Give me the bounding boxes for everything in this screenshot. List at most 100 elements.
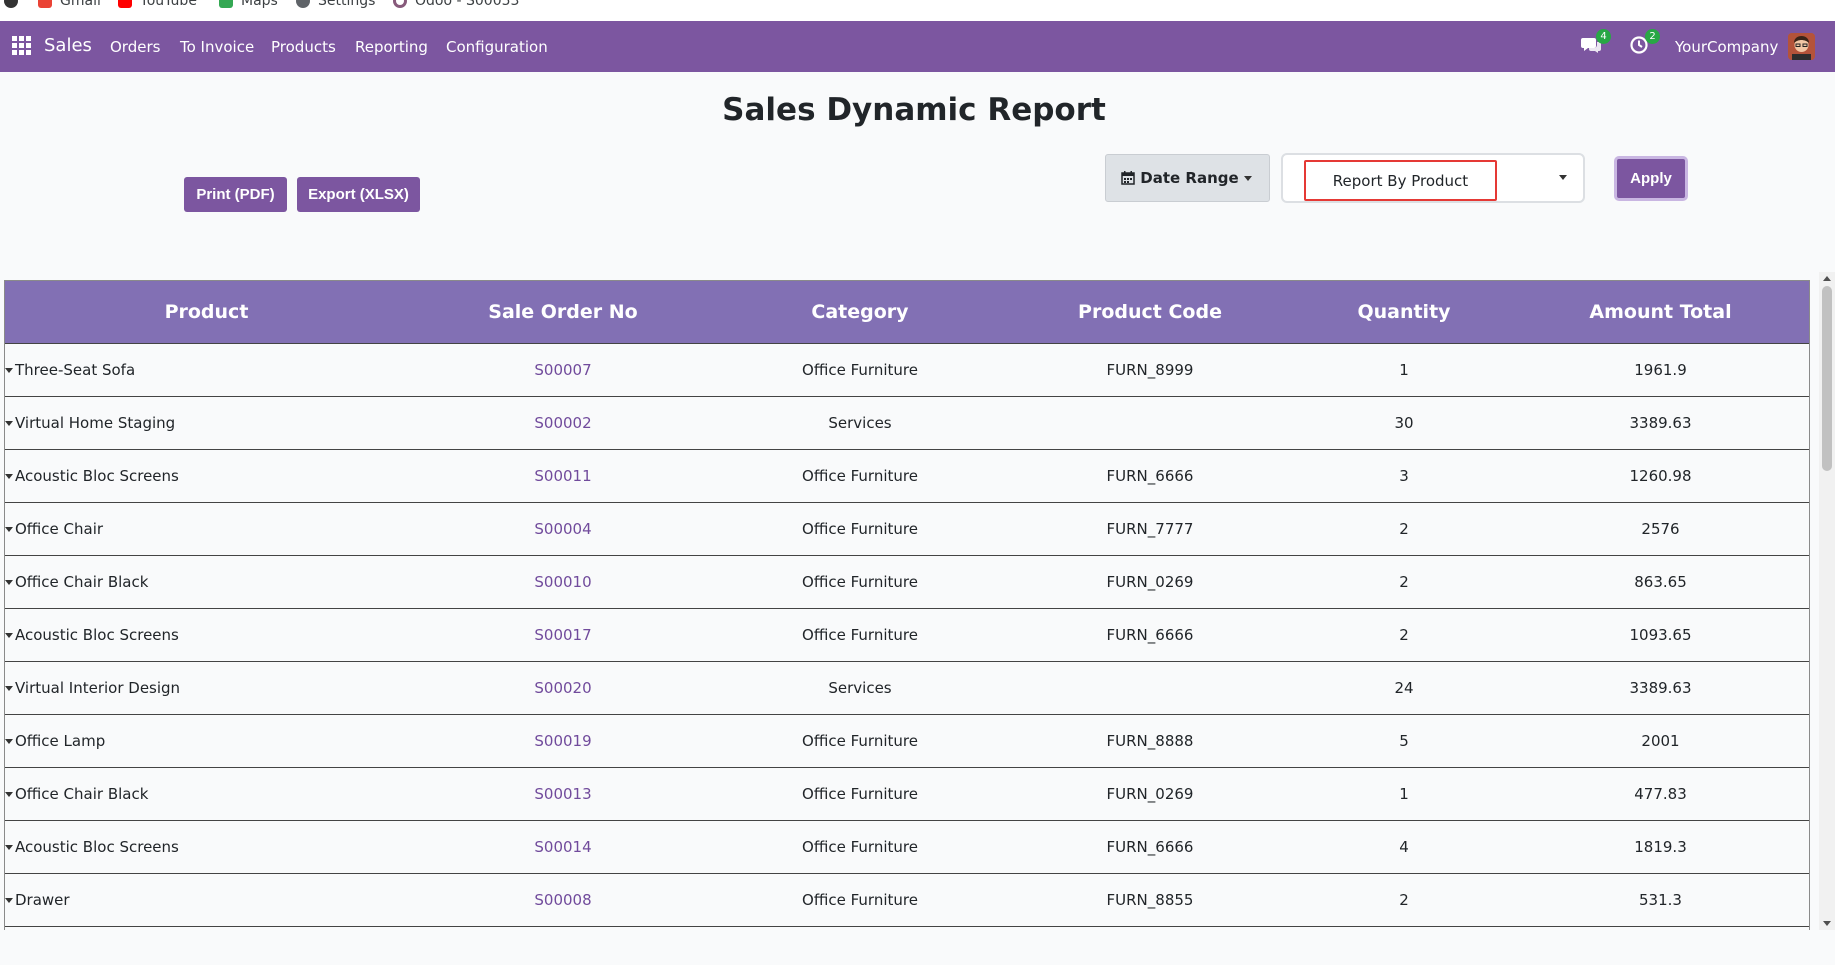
- quantity-cell: 1: [1298, 343, 1510, 397]
- menu-configuration[interactable]: Configuration: [446, 38, 548, 56]
- calendar-icon: [1121, 171, 1136, 185]
- expand-caret-icon[interactable]: [5, 526, 13, 532]
- apply-button[interactable]: Apply: [1614, 156, 1688, 201]
- product-name: Office Lamp: [15, 731, 106, 750]
- date-range-dropdown[interactable]: Date Range: [1105, 154, 1270, 202]
- quantity-cell: 2: [1298, 502, 1510, 556]
- expand-caret-icon[interactable]: [5, 579, 13, 585]
- sale-order-link[interactable]: S00008: [534, 891, 591, 909]
- gmail-icon: [38, 0, 52, 8]
- expand-caret-icon[interactable]: [5, 632, 13, 638]
- expand-caret-icon[interactable]: [5, 844, 13, 850]
- quantity-cell: 30: [1298, 396, 1510, 450]
- table-row[interactable]: Office Chair Black S00013 Office Furniture…: [5, 767, 1809, 821]
- menu-orders[interactable]: Orders: [110, 38, 160, 56]
- table-row[interactable]: Drawer S00008 Office Furniture FURN_8855 2 53…: [5, 873, 1809, 927]
- user-avatar[interactable]: [1788, 33, 1815, 60]
- report-type-value: Report By Product: [1304, 160, 1497, 201]
- expand-caret-icon[interactable]: [5, 897, 13, 903]
- sale-order-link[interactable]: S00004: [534, 520, 591, 538]
- table-row[interactable]: Office Chair Black S00010 Office Furniture…: [5, 555, 1809, 609]
- quantity-cell: 5: [1298, 714, 1510, 768]
- messages-button[interactable]: 4: [1581, 29, 1611, 56]
- menu-products[interactable]: Products: [271, 38, 336, 56]
- table-row[interactable]: Acoustic Bloc Screens S00017 Office Furnit…: [5, 608, 1809, 662]
- product-cell: Drawer: [5, 873, 408, 927]
- expand-caret-icon[interactable]: [5, 367, 13, 373]
- amount-total-cell: 3389.63: [1510, 661, 1809, 715]
- product-cell: Acoustic Bloc Screens: [5, 449, 408, 503]
- category-cell: Office Furniture: [718, 608, 1002, 662]
- print-pdf-button[interactable]: Print (PDF): [184, 177, 287, 212]
- product-name: Office Chair: [15, 519, 104, 538]
- table-row[interactable]: Virtual Interior Design S00020 Services 24 3…: [5, 661, 1809, 715]
- scroll-down-icon[interactable]: [1823, 921, 1831, 926]
- expand-caret-icon[interactable]: [5, 420, 13, 426]
- sale-order-link[interactable]: S00019: [534, 732, 591, 750]
- activities-button[interactable]: 2: [1630, 29, 1660, 56]
- sale-order-link[interactable]: S00014: [534, 838, 591, 856]
- category-cell: Office Furniture: [718, 555, 1002, 609]
- table-row[interactable]: Office Chair S00004 Office Furniture FURN_7…: [5, 502, 1809, 556]
- scroll-up-icon[interactable]: [1823, 276, 1831, 281]
- product-name: Three-Seat Sofa: [15, 360, 136, 379]
- bookmark-youtube[interactable]: YouTube: [118, 0, 197, 11]
- quantity-cell: 2: [1298, 608, 1510, 662]
- expand-caret-icon[interactable]: [5, 473, 13, 479]
- sale-order-cell: S00017: [408, 608, 718, 662]
- product-name: Acoustic Bloc Screens: [15, 837, 179, 856]
- sale-order-cell: S00010: [408, 555, 718, 609]
- expand-caret-icon[interactable]: [5, 791, 13, 797]
- amount-total-cell: 531.3: [1510, 873, 1809, 927]
- table-row[interactable]: Virtual Home Staging S00002 Services 30 3389…: [5, 396, 1809, 450]
- table-row[interactable]: Acoustic Bloc Screens S00014 Office Furnit…: [5, 820, 1809, 874]
- sale-order-link[interactable]: S00011: [534, 467, 591, 485]
- company-switcher[interactable]: YourCompany: [1675, 38, 1778, 56]
- menu-reporting[interactable]: Reporting: [355, 38, 428, 56]
- sale-order-link[interactable]: S00007: [534, 361, 591, 379]
- messages-badge: 4: [1596, 29, 1611, 44]
- bookmark-odoo[interactable]: Odoo - S00053: [393, 0, 519, 11]
- product-name: Acoustic Bloc Screens: [15, 625, 179, 644]
- bookmark-settings[interactable]: Settings: [296, 0, 375, 11]
- sale-order-cell: S00014: [408, 820, 718, 874]
- product-cell: Acoustic Bloc Screens: [5, 820, 408, 874]
- column-header-product-code: Product Code: [1002, 281, 1298, 344]
- sale-order-link[interactable]: S00013: [534, 785, 591, 803]
- product-name: Virtual Interior Design: [15, 678, 181, 697]
- amount-total-cell: 2576: [1510, 502, 1809, 556]
- amount-total-cell: 1260.98: [1510, 449, 1809, 503]
- bookmark-maps[interactable]: Maps: [219, 0, 278, 11]
- menu-to-invoice[interactable]: To Invoice: [180, 38, 254, 56]
- product-name: Office Chair Black: [15, 784, 149, 803]
- sale-order-link[interactable]: S00020: [534, 679, 591, 697]
- table-row[interactable]: Three-Seat Sofa S00007 Office Furniture FUR…: [5, 343, 1809, 397]
- table-row[interactable]: Office Lamp S00019 Office Furniture FURN_88…: [5, 714, 1809, 768]
- product-cell: Virtual Home Staging: [5, 396, 408, 450]
- product-code-cell: FURN_8999: [1002, 343, 1298, 397]
- sale-order-cell: S00020: [408, 661, 718, 715]
- sale-order-link[interactable]: S00010: [534, 573, 591, 591]
- report-type-select[interactable]: Report By Product: [1281, 153, 1585, 203]
- app-grid-icon[interactable]: [12, 36, 31, 55]
- export-xlsx-button[interactable]: Export (XLSX): [297, 177, 420, 212]
- bookmark-gmail[interactable]: Gmail: [38, 0, 101, 11]
- sale-order-link[interactable]: S00017: [534, 626, 591, 644]
- table-row[interactable]: Acoustic Bloc Screens S00011 Office Furnit…: [5, 449, 1809, 503]
- product-cell: Acoustic Bloc Screens: [5, 608, 408, 662]
- amount-total-cell: 1819.3: [1510, 820, 1809, 874]
- column-header-sale-order-no: Sale Order No: [408, 281, 718, 344]
- page-scrollbar[interactable]: [1819, 272, 1835, 930]
- expand-caret-icon[interactable]: [5, 738, 13, 744]
- column-header-quantity: Quantity: [1298, 281, 1510, 344]
- sale-order-cell: S00008: [408, 873, 718, 927]
- scrollbar-thumb[interactable]: [1822, 286, 1832, 471]
- quantity-cell: 2: [1298, 555, 1510, 609]
- product-cell: Office Chair Black: [5, 767, 408, 821]
- product-cell: Office Chair Black: [5, 555, 408, 609]
- expand-caret-icon[interactable]: [5, 685, 13, 691]
- column-header-category: Category: [718, 281, 1002, 344]
- app-name[interactable]: Sales: [44, 35, 92, 56]
- sale-order-link[interactable]: S00002: [534, 414, 591, 432]
- maps-icon: [219, 0, 233, 8]
